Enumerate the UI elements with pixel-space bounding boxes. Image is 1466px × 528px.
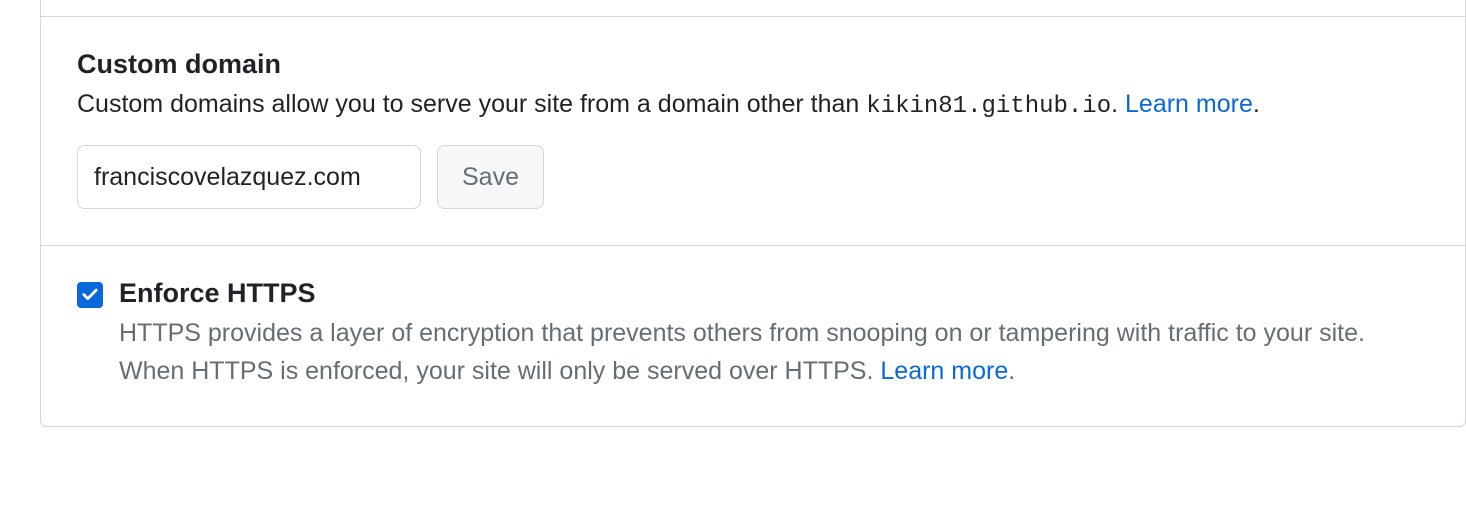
enforce-https-description: HTTPS provides a layer of encryption tha… [119,315,1429,390]
save-button[interactable]: Save [437,145,544,209]
enforce-https-description-line2-suffix: . [1008,357,1015,385]
enforce-https-row: Enforce HTTPS HTTPS provides a layer of … [77,278,1429,390]
default-domain-code: kikin81.github.io [866,93,1111,120]
custom-domain-section: Custom domain Custom domains allow you t… [41,16,1465,245]
custom-domain-description-suffix: . [1111,90,1125,118]
top-spacer [41,0,1465,16]
custom-domain-description: Custom domains allow you to serve your s… [77,86,1429,125]
custom-domain-title: Custom domain [77,49,1429,80]
custom-domain-description-prefix: Custom domains allow you to serve your s… [77,90,866,118]
enforce-https-description-line2-prefix: When HTTPS is enforced, your site will o… [119,357,880,385]
enforce-https-description-line1: HTTPS provides a layer of encryption tha… [119,319,1365,347]
enforce-https-checkbox[interactable] [77,282,103,308]
enforce-https-label[interactable]: Enforce HTTPS [119,278,316,309]
custom-domain-input[interactable] [77,145,421,209]
checkbox-wrapper [77,282,103,308]
custom-domain-learn-more-link[interactable]: Learn more [1125,90,1253,118]
custom-domain-form-row: Save [77,145,1429,209]
settings-panel: Custom domain Custom domains allow you t… [40,0,1466,427]
enforce-https-section: Enforce HTTPS HTTPS provides a layer of … [41,245,1465,426]
custom-domain-description-end: . [1253,90,1260,118]
enforce-https-learn-more-link[interactable]: Learn more [880,357,1008,385]
enforce-https-content: Enforce HTTPS HTTPS provides a layer of … [119,278,1429,390]
